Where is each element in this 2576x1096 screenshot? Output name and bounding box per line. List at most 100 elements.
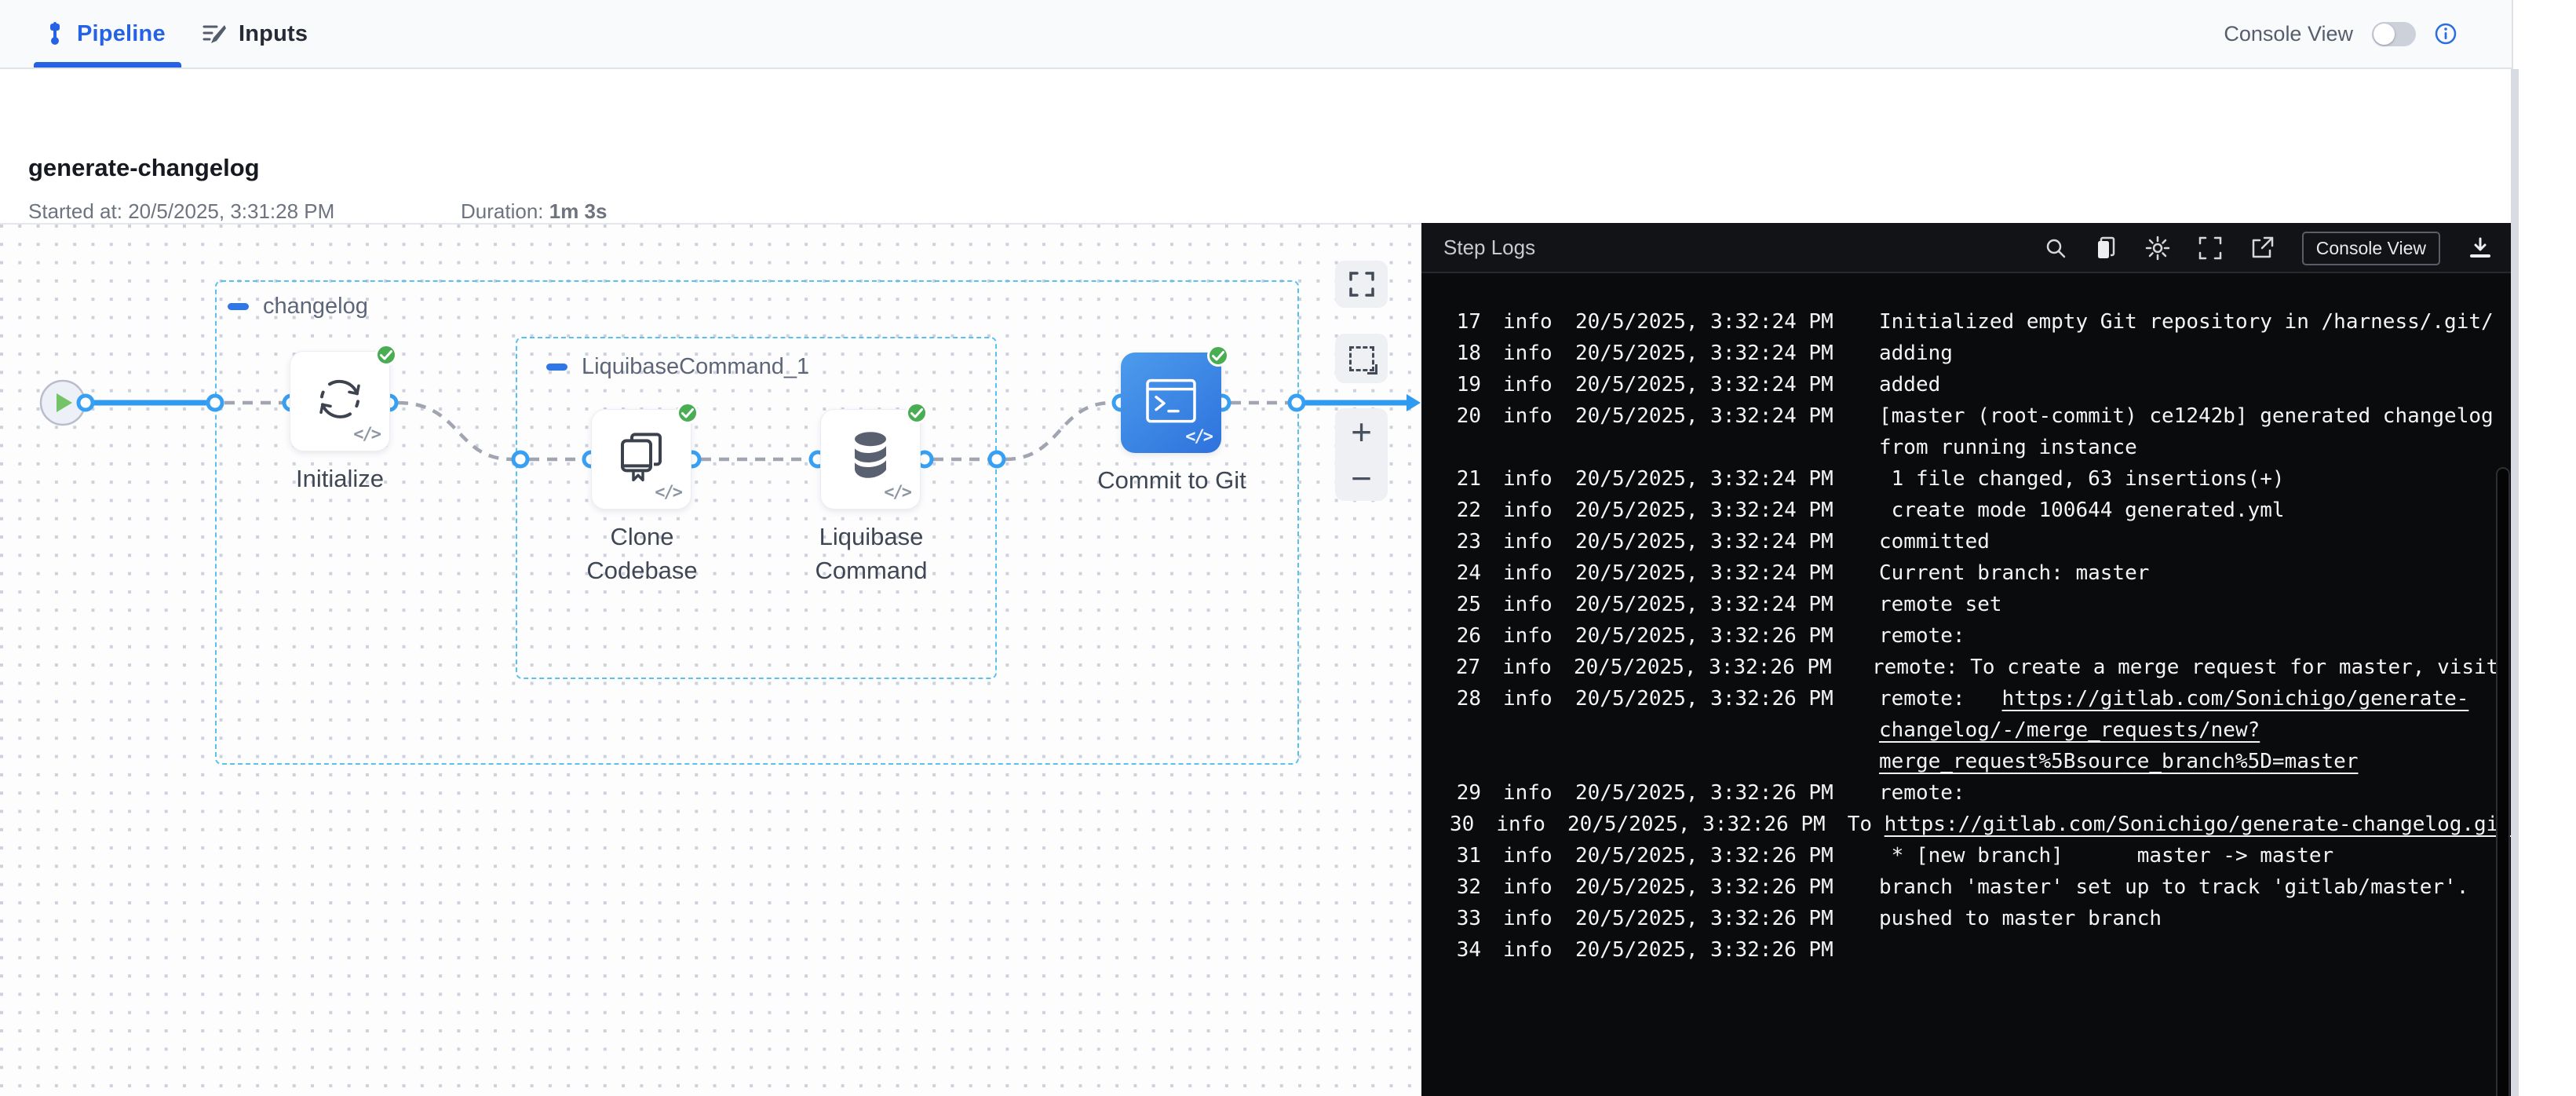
marquee-select-button[interactable] bbox=[1335, 334, 1388, 383]
log-link[interactable]: https://gitlab.com/Sonichigo/generate-ch… bbox=[1885, 813, 2511, 836]
search-icon[interactable] bbox=[2045, 237, 2067, 259]
zoom-in-button[interactable]: + bbox=[1351, 416, 1372, 448]
log-timestamp bbox=[1575, 714, 1857, 746]
settings-gear-icon[interactable] bbox=[2145, 236, 2170, 261]
tab-inputs[interactable]: Inputs bbox=[203, 0, 308, 68]
log-timestamp: 20/5/2025, 3:32:24 PM bbox=[1575, 463, 1857, 495]
log-toolbar: Console View bbox=[2045, 223, 2492, 273]
step-node-clone-codebase[interactable]: </> bbox=[591, 409, 691, 510]
log-line-number: 24 bbox=[1449, 557, 1481, 589]
log-link[interactable]: https://gitlab.com/Sonichigo/generate- bbox=[2002, 687, 2469, 711]
log-text: remote: To create a merge request for ma… bbox=[1872, 656, 2511, 679]
log-text: adding bbox=[1879, 342, 1953, 365]
zoom-controls: + − bbox=[1335, 408, 1388, 501]
log-text: added bbox=[1879, 373, 1940, 396]
log-row: 26info20/5/2025, 3:32:26 PMremote: bbox=[1421, 620, 2511, 652]
log-text: remote set bbox=[1879, 593, 2002, 616]
download-icon[interactable] bbox=[2468, 236, 2492, 260]
log-row: 23info20/5/2025, 3:32:24 PMcommitted bbox=[1421, 526, 2511, 557]
code-glyph: </> bbox=[884, 483, 910, 502]
log-timestamp: 20/5/2025, 3:32:26 PM bbox=[1575, 620, 1857, 652]
info-icon[interactable] bbox=[2435, 23, 2457, 45]
step-node-initialize[interactable]: </> bbox=[290, 351, 390, 451]
log-line-number: 31 bbox=[1449, 840, 1481, 871]
log-text: remote: bbox=[1879, 624, 1965, 648]
copy-icon[interactable] bbox=[2095, 236, 2117, 260]
log-level: info bbox=[1503, 557, 1553, 589]
log-message: added bbox=[1879, 369, 1940, 400]
tab-pipeline[interactable]: Pipeline bbox=[44, 0, 166, 68]
log-line-number: 18 bbox=[1449, 338, 1481, 369]
log-row: 30info20/5/2025, 3:32:26 PMTo https://gi… bbox=[1421, 809, 2511, 840]
log-timestamp: 20/5/2025, 3:32:26 PM bbox=[1575, 903, 1857, 934]
log-timestamp: 20/5/2025, 3:32:24 PM bbox=[1575, 495, 1857, 526]
page-scrollbar[interactable] bbox=[2511, 69, 2519, 1096]
log-level bbox=[1503, 714, 1553, 746]
log-row: 25info20/5/2025, 3:32:24 PMremote set bbox=[1421, 589, 2511, 620]
toggle-knob bbox=[2373, 24, 2395, 45]
success-check-icon bbox=[906, 402, 928, 424]
log-line-number: 17 bbox=[1449, 306, 1481, 338]
log-row: 33 info 20/5/2025, 3:32:26 PM pushed to mas… bbox=[1421, 903, 2511, 934]
log-level: info bbox=[1503, 526, 1553, 557]
success-check-icon bbox=[1207, 345, 1229, 367]
log-line-number: 32 bbox=[1449, 871, 1481, 903]
log-timestamp: 20/5/2025, 3:32:24 PM bbox=[1575, 338, 1857, 369]
log-line-number bbox=[1449, 714, 1481, 746]
log-row: merge_request%5Bsource_branch%5D=master bbox=[1421, 746, 2511, 777]
page-title: generate-changelog bbox=[28, 154, 260, 182]
sync-icon bbox=[314, 373, 366, 425]
fit-to-screen-button[interactable] bbox=[1335, 261, 1388, 308]
log-timestamp: 20/5/2025, 3:32:26 PM bbox=[1575, 840, 1857, 871]
step-node-commit-to-git[interactable]: </> bbox=[1121, 353, 1221, 453]
log-text: * [new branch] master -> master bbox=[1879, 844, 2333, 868]
log-rows: 17 info 20/5/2025, 3:32:24 PM Initialized e… bbox=[1421, 306, 2511, 966]
log-text: create mode 100644 generated.yml bbox=[1879, 499, 2285, 522]
log-timestamp: 20/5/2025, 3:32:24 PM bbox=[1575, 589, 1857, 620]
log-message: pushed to master branch bbox=[1879, 903, 2162, 934]
log-row: 19info20/5/2025, 3:32:24 PMadded bbox=[1421, 369, 2511, 400]
step-label-clone-codebase: Clone Codebase bbox=[586, 520, 697, 587]
log-text: Initialized empty Git repository in /har… bbox=[1879, 310, 2494, 334]
console-view-button[interactable]: Console View bbox=[2302, 232, 2440, 265]
log-row: 20info20/5/2025, 3:32:24 PM[master (root… bbox=[1421, 400, 2511, 432]
log-message: remote: bbox=[1879, 620, 1965, 652]
log-level: info bbox=[1503, 338, 1553, 369]
log-timestamp: 20/5/2025, 3:32:26 PM bbox=[1575, 871, 1857, 903]
code-glyph: </> bbox=[1185, 427, 1212, 447]
log-text: remote: bbox=[1879, 687, 2002, 711]
log-level: info bbox=[1503, 620, 1553, 652]
log-row: from running instance bbox=[1421, 432, 2511, 463]
log-row: 17info20/5/2025, 3:32:24 PMInitialized e… bbox=[1421, 306, 2511, 338]
tab-inputs-label: Inputs bbox=[239, 21, 308, 47]
log-link[interactable]: changelog/-/merge_requests/new? bbox=[1879, 718, 2260, 742]
log-level: info bbox=[1503, 840, 1553, 871]
inputs-icon bbox=[203, 22, 228, 46]
open-in-new-icon[interactable] bbox=[2250, 236, 2274, 260]
step-node-liquibase-command[interactable]: </> bbox=[820, 409, 921, 510]
log-message: To https://gitlab.com/Sonichigo/generate… bbox=[1848, 809, 2511, 840]
log-line-number: 33 bbox=[1449, 903, 1481, 934]
log-timestamp: 20/5/2025, 3:32:26 PM bbox=[1575, 683, 1857, 714]
log-row: 18 info 20/5/2025, 3:32:24 PM adding bbox=[1421, 338, 2511, 369]
log-line-number: 22 bbox=[1449, 495, 1481, 526]
active-tab-underline bbox=[34, 62, 181, 68]
log-message: adding bbox=[1879, 338, 1953, 369]
log-row: 31 info 20/5/2025, 3:32:26 PM * [new branc… bbox=[1421, 840, 2511, 871]
started-at: Started at: 20/5/2025, 3:31:28 PM bbox=[28, 199, 334, 224]
log-message: remote: https://gitlab.com/Sonichigo/gen… bbox=[1879, 683, 2468, 714]
log-text: committed bbox=[1879, 530, 1990, 553]
log-text: 1 file changed, 63 insertions(+) bbox=[1879, 467, 2285, 491]
log-level: info bbox=[1503, 369, 1553, 400]
log-message: create mode 100644 generated.yml bbox=[1879, 495, 2285, 526]
log-scrollbar[interactable] bbox=[2496, 467, 2510, 1096]
log-message: [master (root-commit) ce1242b] generated… bbox=[1879, 400, 2494, 432]
pipeline-graph-canvas[interactable]: changelog LiquibaseCommand_1 bbox=[0, 223, 1421, 1096]
console-view-toggle[interactable] bbox=[2372, 22, 2416, 46]
step-logs-panel: Step Logs bbox=[1421, 223, 2511, 1096]
log-level: info bbox=[1503, 903, 1553, 934]
fullscreen-icon[interactable] bbox=[2198, 236, 2222, 260]
pipeline-icon bbox=[44, 22, 66, 46]
log-link[interactable]: merge_request%5Bsource_branch%5D=master bbox=[1879, 750, 2358, 773]
zoom-out-button[interactable]: − bbox=[1351, 462, 1372, 494]
